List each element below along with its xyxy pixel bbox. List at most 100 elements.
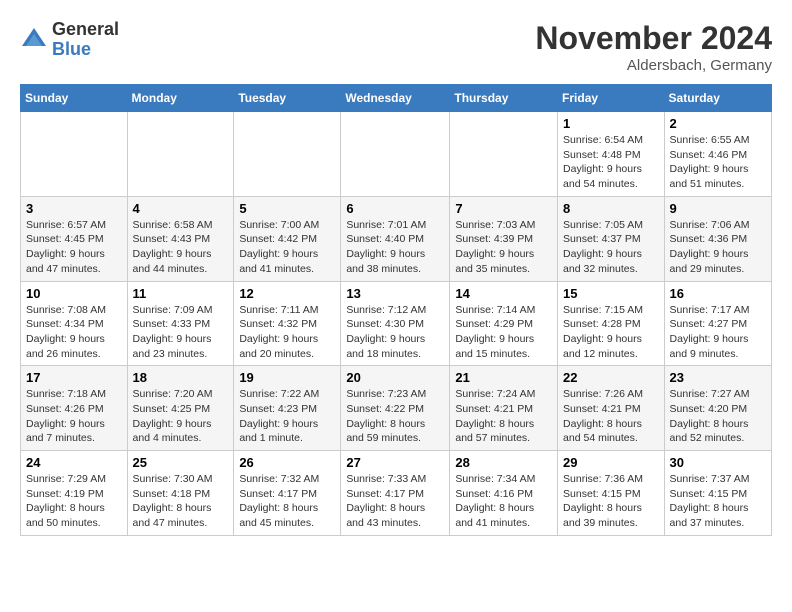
logo-general: General <box>52 20 119 40</box>
header: General Blue November 2024 Aldersbach, G… <box>20 20 772 74</box>
day-number: 15 <box>563 286 659 301</box>
day-cell: 12 Sunrise: 7:11 AMSunset: 4:32 PMDayligh… <box>234 281 341 366</box>
col-monday: Monday <box>127 85 234 112</box>
day-info: Sunrise: 7:06 AMSunset: 4:36 PMDaylight:… <box>670 218 766 277</box>
day-cell: 5 Sunrise: 7:00 AMSunset: 4:42 PMDaylight… <box>234 196 341 281</box>
day-info: Sunrise: 7:33 AMSunset: 4:17 PMDaylight:… <box>346 472 444 531</box>
day-cell: 6Sunrise: 7:01 AMSunset: 4:40 PMDaylight… <box>341 196 450 281</box>
day-cell: 19Sunrise: 7:22 AMSunset: 4:23 PMDayligh… <box>234 366 341 451</box>
day-info: Sunrise: 7:20 AMSunset: 4:25 PMDaylight:… <box>133 387 229 446</box>
day-number: 14 <box>455 286 552 301</box>
day-cell: 27Sunrise: 7:33 AMSunset: 4:17 PMDayligh… <box>341 451 450 536</box>
day-info: Sunrise: 7:24 AMSunset: 4:21 PMDaylight:… <box>455 387 552 446</box>
day-info: Sunrise: 6:54 AMSunset: 4:48 PMDaylight:… <box>563 133 659 192</box>
day-number: 9 <box>670 201 766 216</box>
day-cell: 21Sunrise: 7:24 AMSunset: 4:21 PMDayligh… <box>450 366 558 451</box>
day-number: 30 <box>670 455 766 470</box>
day-number: 10 <box>26 286 122 301</box>
day-info: Sunrise: 7:05 AMSunset: 4:37 PMDaylight:… <box>563 218 659 277</box>
day-cell: 15 Sunrise: 7:15 AMSunset: 4:28 PMDayligh… <box>558 281 665 366</box>
day-cell <box>234 112 341 197</box>
title-block: November 2024 Aldersbach, Germany <box>535 20 772 74</box>
day-info: Sunrise: 7:09 AMSunset: 4:33 PMDaylight:… <box>133 303 229 362</box>
day-info: Sunrise: 7:37 AMSunset: 4:15 PMDaylight:… <box>670 472 766 531</box>
day-number: 22 <box>563 370 659 385</box>
logo: General Blue <box>20 20 119 60</box>
day-info: Sunrise: 6:57 AMSunset: 4:45 PMDaylight:… <box>26 218 122 277</box>
day-cell: 28 Sunrise: 7:34 AMSunset: 4:16 PMDayligh… <box>450 451 558 536</box>
day-cell: 11 Sunrise: 7:09 AMSunset: 4:33 PMDayligh… <box>127 281 234 366</box>
day-number: 28 <box>455 455 552 470</box>
day-info: Sunrise: 7:14 AMSunset: 4:29 PMDaylight:… <box>455 303 552 362</box>
day-cell: 25 Sunrise: 7:30 AMSunset: 4:18 PMDayligh… <box>127 451 234 536</box>
day-number: 16 <box>670 286 766 301</box>
col-wednesday: Wednesday <box>341 85 450 112</box>
day-cell: 9 Sunrise: 7:06 AMSunset: 4:36 PMDaylight… <box>664 196 771 281</box>
day-number: 4 <box>133 201 229 216</box>
location: Aldersbach, Germany <box>535 57 772 74</box>
day-info: Sunrise: 7:36 AMSunset: 4:15 PMDaylight:… <box>563 472 659 531</box>
day-cell: 26Sunrise: 7:32 AMSunset: 4:17 PMDayligh… <box>234 451 341 536</box>
day-info: Sunrise: 7:11 AMSunset: 4:32 PMDaylight:… <box>239 303 335 362</box>
col-tuesday: Tuesday <box>234 85 341 112</box>
day-info: Sunrise: 7:18 AMSunset: 4:26 PMDaylight:… <box>26 387 122 446</box>
day-number: 24 <box>26 455 122 470</box>
day-number: 25 <box>133 455 229 470</box>
day-cell: 24 Sunrise: 7:29 AMSunset: 4:19 PMDayligh… <box>21 451 128 536</box>
day-number: 19 <box>239 370 335 385</box>
day-cell: 4 Sunrise: 6:58 AMSunset: 4:43 PMDaylight… <box>127 196 234 281</box>
day-number: 3 <box>26 201 122 216</box>
month-title: November 2024 <box>535 20 772 57</box>
day-info: Sunrise: 7:29 AMSunset: 4:19 PMDaylight:… <box>26 472 122 531</box>
day-cell: 2Sunrise: 6:55 AMSunset: 4:46 PMDaylight… <box>664 112 771 197</box>
day-info: Sunrise: 7:32 AMSunset: 4:17 PMDaylight:… <box>239 472 335 531</box>
day-cell: 18 Sunrise: 7:20 AMSunset: 4:25 PMDayligh… <box>127 366 234 451</box>
day-cell: 17 Sunrise: 7:18 AMSunset: 4:26 PMDayligh… <box>21 366 128 451</box>
day-cell: 10 Sunrise: 7:08 AMSunset: 4:34 PMDayligh… <box>21 281 128 366</box>
day-number: 5 <box>239 201 335 216</box>
logo-icon <box>20 26 48 54</box>
day-number: 20 <box>346 370 444 385</box>
day-cell: 3 Sunrise: 6:57 AMSunset: 4:45 PMDaylight… <box>21 196 128 281</box>
page: General Blue November 2024 Aldersbach, G… <box>0 0 792 546</box>
day-number: 23 <box>670 370 766 385</box>
day-number: 18 <box>133 370 229 385</box>
day-cell: 13Sunrise: 7:12 AMSunset: 4:30 PMDayligh… <box>341 281 450 366</box>
day-cell <box>21 112 128 197</box>
day-cell: 30 Sunrise: 7:37 AMSunset: 4:15 PMDayligh… <box>664 451 771 536</box>
day-cell: 20 Sunrise: 7:23 AMSunset: 4:22 PMDayligh… <box>341 366 450 451</box>
day-info: Sunrise: 7:01 AMSunset: 4:40 PMDaylight:… <box>346 218 444 277</box>
day-info: Sunrise: 6:58 AMSunset: 4:43 PMDaylight:… <box>133 218 229 277</box>
day-info: Sunrise: 7:08 AMSunset: 4:34 PMDaylight:… <box>26 303 122 362</box>
day-info: Sunrise: 7:15 AMSunset: 4:28 PMDaylight:… <box>563 303 659 362</box>
day-cell: 16Sunrise: 7:17 AMSunset: 4:27 PMDayligh… <box>664 281 771 366</box>
day-cell: 14 Sunrise: 7:14 AMSunset: 4:29 PMDayligh… <box>450 281 558 366</box>
day-cell: 1 Sunrise: 6:54 AMSunset: 4:48 PMDaylight… <box>558 112 665 197</box>
header-row: Sunday Monday Tuesday Wednesday Thursday… <box>21 85 772 112</box>
day-cell: 23 Sunrise: 7:27 AMSunset: 4:20 PMDayligh… <box>664 366 771 451</box>
day-info: Sunrise: 7:34 AMSunset: 4:16 PMDaylight:… <box>455 472 552 531</box>
col-saturday: Saturday <box>664 85 771 112</box>
day-info: Sunrise: 7:12 AMSunset: 4:30 PMDaylight:… <box>346 303 444 362</box>
calendar-table: Sunday Monday Tuesday Wednesday Thursday… <box>20 84 772 536</box>
week-row-2: 3 Sunrise: 6:57 AMSunset: 4:45 PMDaylight… <box>21 196 772 281</box>
day-info: Sunrise: 7:03 AMSunset: 4:39 PMDaylight:… <box>455 218 552 277</box>
day-number: 11 <box>133 286 229 301</box>
day-number: 2 <box>670 116 766 131</box>
day-cell: 8Sunrise: 7:05 AMSunset: 4:37 PMDaylight… <box>558 196 665 281</box>
day-cell: 29Sunrise: 7:36 AMSunset: 4:15 PMDayligh… <box>558 451 665 536</box>
day-number: 17 <box>26 370 122 385</box>
day-info: Sunrise: 7:23 AMSunset: 4:22 PMDaylight:… <box>346 387 444 446</box>
day-info: Sunrise: 7:26 AMSunset: 4:21 PMDaylight:… <box>563 387 659 446</box>
day-info: Sunrise: 7:00 AMSunset: 4:42 PMDaylight:… <box>239 218 335 277</box>
logo-text: General Blue <box>52 20 119 60</box>
day-number: 7 <box>455 201 552 216</box>
week-row-3: 10 Sunrise: 7:08 AMSunset: 4:34 PMDayligh… <box>21 281 772 366</box>
day-info: Sunrise: 7:30 AMSunset: 4:18 PMDaylight:… <box>133 472 229 531</box>
col-sunday: Sunday <box>21 85 128 112</box>
week-row-4: 17 Sunrise: 7:18 AMSunset: 4:26 PMDayligh… <box>21 366 772 451</box>
day-info: Sunrise: 7:27 AMSunset: 4:20 PMDaylight:… <box>670 387 766 446</box>
week-row-5: 24 Sunrise: 7:29 AMSunset: 4:19 PMDayligh… <box>21 451 772 536</box>
day-number: 1 <box>563 116 659 131</box>
day-number: 12 <box>239 286 335 301</box>
